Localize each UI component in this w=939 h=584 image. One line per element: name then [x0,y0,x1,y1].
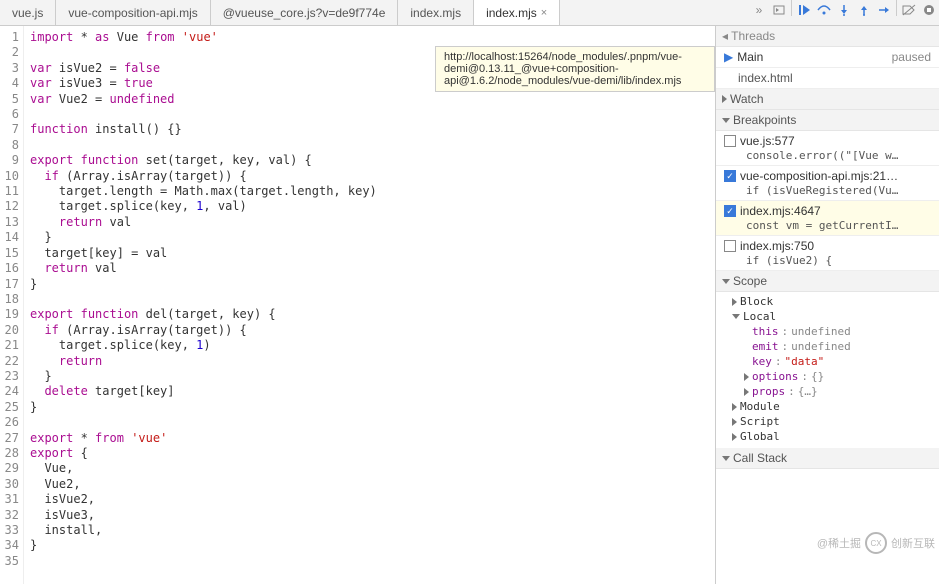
watermark: @稀土掘 CX 创新互联 [817,532,935,554]
tab[interactable]: index.mjs [398,0,474,25]
breakpoint-preview: const vm = getCurrentI… [724,219,933,232]
code-area[interactable]: import * as Vue from 'vue' var isVue2 = … [24,26,715,584]
scope-global[interactable]: Global [716,429,939,444]
callstack-header[interactable]: Call Stack [716,448,939,469]
tab-label: index.mjs [486,6,537,20]
line-gutter: 1234567891011121314151617181920212223242… [0,26,24,584]
breakpoint-label: index.mjs:750 [740,239,814,253]
watermark-logo-icon: CX [865,532,887,554]
breakpoint-item[interactable]: ✓ vue-composition-api.mjs:21…if (isVueReg… [716,166,939,201]
resume-button[interactable] [794,0,814,20]
step-into-button[interactable] [834,0,854,20]
thread-name: Main [737,50,763,64]
checkbox[interactable]: ✓ [724,205,736,217]
chevron-right-icon [722,95,727,103]
breakpoint-preview: console.error(("[Vue w… [724,149,933,162]
scope-variable[interactable]: options: {} [716,369,939,384]
breakpoints-header[interactable]: Breakpoints [716,110,939,131]
thread-status: paused [892,50,931,64]
thread-main[interactable]: ▶ Main paused [716,47,939,68]
checkbox[interactable] [724,135,736,147]
chevron-down-icon [722,118,730,123]
chevron-down-icon [722,279,730,284]
step-out-button[interactable] [854,0,874,20]
chevron-down-icon [722,456,730,461]
breakpoint-label: vue.js:577 [740,134,795,148]
tab[interactable]: index.mjs × [474,0,560,25]
scope-body: Block Local this: undefinedemit: undefin… [716,292,939,448]
tab-label: @vueuse_core.js?v=de9f774e [223,6,386,20]
breakpoint-label: index.mjs:4647 [740,204,821,218]
tab-label: index.mjs [410,6,461,20]
thread-file[interactable]: index.html [716,68,939,89]
editor-pane: 1234567891011121314151617181920212223242… [0,26,715,584]
scope-variable[interactable]: props: {…} [716,384,939,399]
scope-header[interactable]: Scope [716,271,939,292]
scope-variable[interactable]: this: undefined [716,324,939,339]
more-tabs-button[interactable]: » [749,0,769,20]
file-path-tooltip: http://localhost:15264/node_modules/.pnp… [435,46,715,92]
scope-block[interactable]: Block [716,294,939,309]
scope-local[interactable]: Local [716,309,939,324]
close-icon[interactable]: × [541,7,547,19]
breakpoint-preview: if (isVue2) { [724,254,933,267]
scope-module[interactable]: Module [716,399,939,414]
tab[interactable]: vue.js [0,0,56,25]
scope-variable[interactable]: emit: undefined [716,339,939,354]
top-bar: vue.js vue-composition-api.mjs @vueuse_cor… [0,0,939,26]
breakpoint-item[interactable]: index.mjs:750if (isVue2) { [716,236,939,271]
current-thread-icon: ▶ [724,50,733,64]
scope-vars: this: undefinedemit: undefinedkey: "data… [716,324,939,399]
threads-header[interactable]: ◂ Threads [716,26,939,47]
debugger-sidebar: ◂ Threads ▶ Main paused index.html Watch… [715,26,939,584]
tab-label: vue.js [12,6,43,20]
deactivate-breakpoints-button[interactable] [899,0,919,20]
tab-label: vue-composition-api.mjs [68,6,197,20]
tabs: vue.js vue-composition-api.mjs @vueuse_cor… [0,0,749,25]
checkbox[interactable]: ✓ [724,170,736,182]
scope-script[interactable]: Script [716,414,939,429]
scope-variable[interactable]: key: "data" [716,354,939,369]
checkbox[interactable] [724,240,736,252]
tab[interactable]: vue-composition-api.mjs [56,0,210,25]
breakpoint-label: vue-composition-api.mjs:21… [740,169,898,183]
watch-header[interactable]: Watch [716,89,939,110]
run-snippet-icon[interactable] [769,0,789,20]
breakpoint-item[interactable]: ✓ index.mjs:4647const vm = getCurrentI… [716,201,939,236]
breakpoint-preview: if (isVueRegistered(Vu… [724,184,933,197]
main: 1234567891011121314151617181920212223242… [0,26,939,584]
step-over-button[interactable] [814,0,834,20]
breakpoint-item[interactable]: vue.js:577console.error(("[Vue w… [716,131,939,166]
tab[interactable]: @vueuse_core.js?v=de9f774e [211,0,399,25]
pause-exceptions-button[interactable] [919,0,939,20]
step-button[interactable] [874,0,894,20]
breakpoints-list: vue.js:577console.error(("[Vue w… ✓ vue-co… [716,131,939,271]
